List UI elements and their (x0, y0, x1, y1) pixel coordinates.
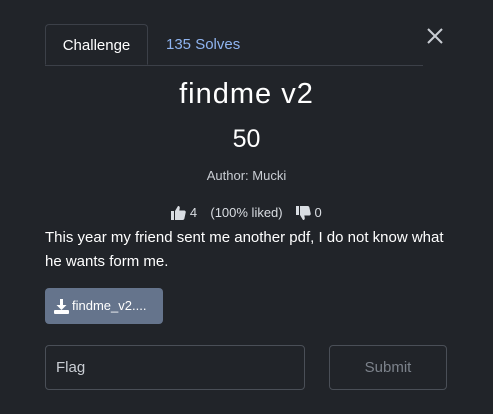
challenge-title: findme v2 (179, 78, 314, 110)
challenge-description: This year my friend sent me another pdf,… (45, 229, 444, 270)
likes-count: 4 (189, 205, 198, 221)
challenge-value: 50 (232, 125, 261, 153)
close-button[interactable] (424, 25, 446, 47)
challenge-author: Author: Mucki (206, 168, 287, 183)
thumbs-up-icon[interactable] (171, 205, 187, 220)
tab-solves[interactable]: 135 Solves (166, 24, 240, 65)
dislikes-count: 0 (314, 205, 322, 221)
tab-bar: Challenge 135 Solves (45, 24, 423, 66)
thumbs-down-icon[interactable] (295, 205, 311, 220)
liked-percent: (100% liked) (210, 205, 283, 221)
file-download-button[interactable]: findme_v2.... (45, 288, 163, 324)
file-name: findme_v2.... (72, 298, 147, 313)
tab-challenge[interactable]: Challenge (45, 24, 148, 65)
challenge-modal: Challenge 135 Solves findme v2 50 Author… (0, 0, 493, 414)
submit-button[interactable]: Submit (329, 345, 447, 390)
close-icon (427, 28, 443, 44)
flag-input[interactable] (45, 345, 305, 390)
download-icon (54, 299, 69, 315)
rating-bar: 4 (100% liked) 0 (0, 204, 493, 220)
